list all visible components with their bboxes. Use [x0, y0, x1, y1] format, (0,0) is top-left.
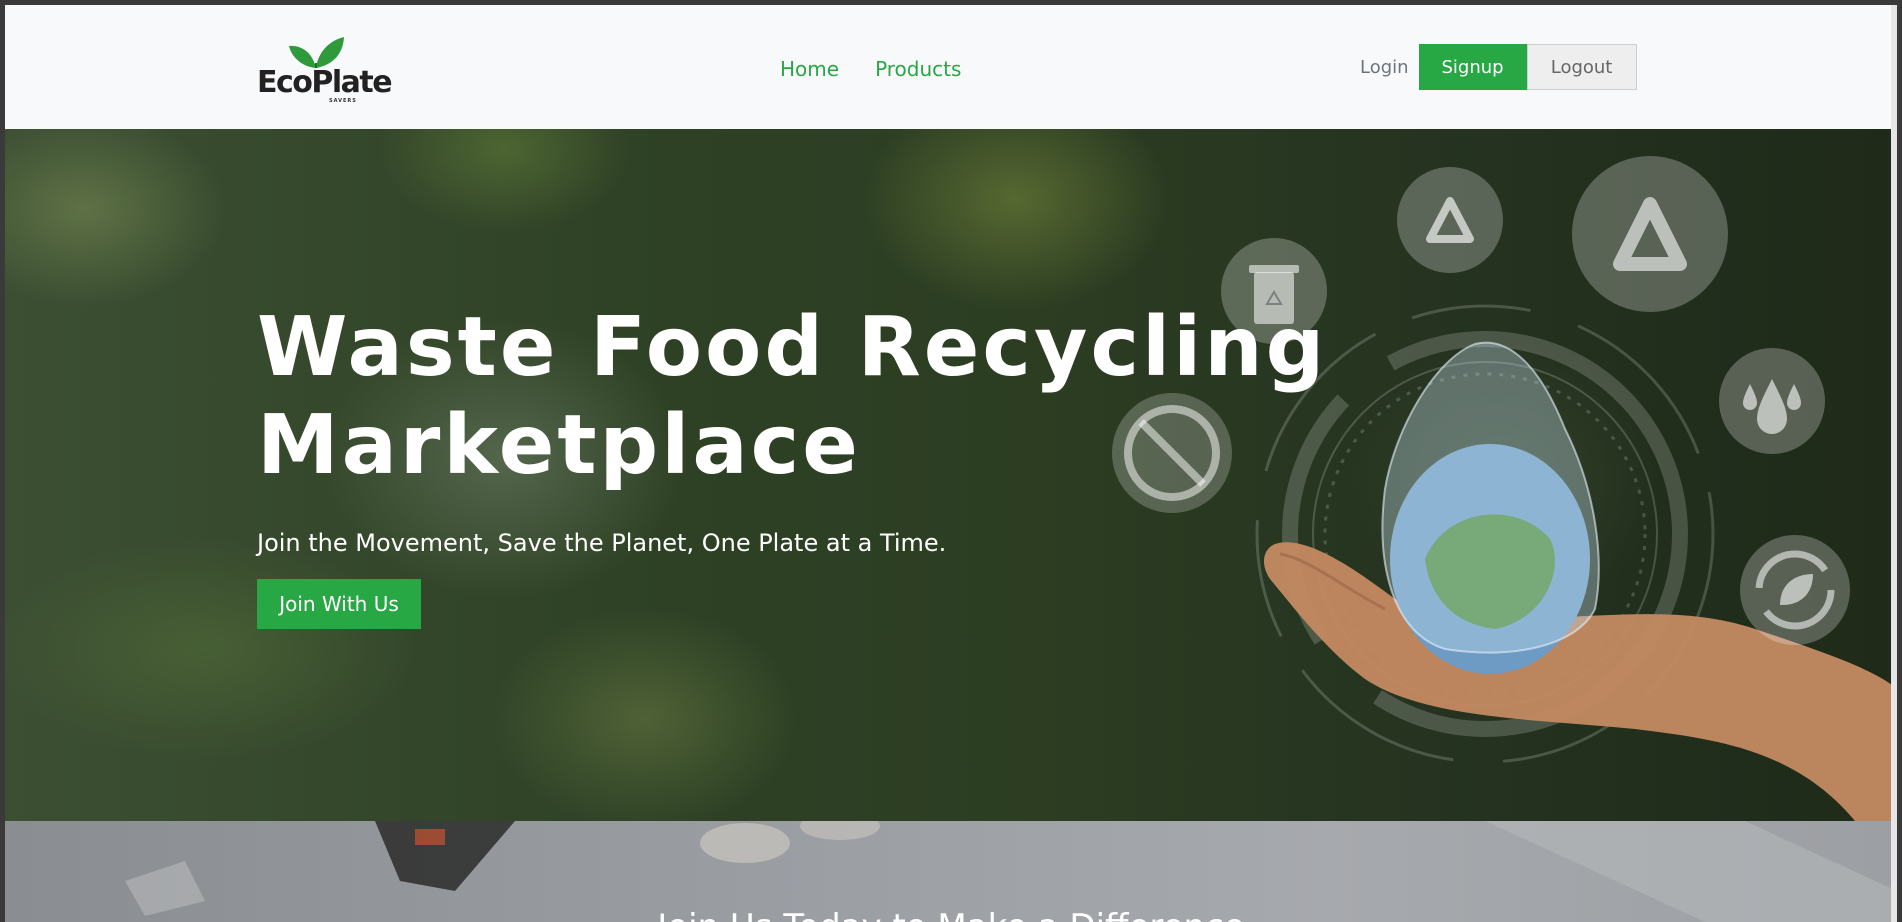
signup-button[interactable]: Signup — [1418, 44, 1527, 90]
brand-name: EcoPlate — [257, 65, 393, 100]
recycle-large-icon — [1572, 156, 1728, 312]
browser-viewport: EcoPlate SAVERS Home Products Login Sign… — [5, 5, 1897, 922]
hero-banner: Waste Food Recycling Marketplace Join th… — [5, 129, 1897, 821]
brand-logo[interactable]: EcoPlate SAVERS — [257, 35, 393, 105]
logout-button[interactable]: Logout — [1526, 44, 1637, 90]
next-section-preview: Join Us Today to Make a Difference — [5, 821, 1897, 922]
water-drops-icon — [1719, 348, 1825, 454]
globe-in-bag-image — [1381, 341, 1600, 674]
hero-title-line2: Marketplace — [257, 398, 861, 493]
join-with-us-button[interactable]: Join With Us — [257, 579, 421, 629]
page-scrollbar[interactable] — [1891, 5, 1897, 922]
section-heading: Join Us Today to Make a Difference — [5, 907, 1897, 922]
main-nav: Home Products — [780, 57, 961, 81]
nav-home-link[interactable]: Home — [780, 57, 839, 81]
no-touch-icon — [1112, 393, 1232, 513]
auth-controls: Login Signup Logout — [1360, 44, 1637, 90]
login-link[interactable]: Login — [1360, 57, 1409, 78]
leaf-cycle-icon — [1740, 535, 1850, 645]
nav-products-link[interactable]: Products — [875, 57, 961, 81]
leaf-logo-icon — [289, 37, 344, 68]
eco-illustration — [1112, 156, 1897, 821]
site-header: EcoPlate SAVERS Home Products Login Sign… — [5, 5, 1897, 129]
brand-tagline: SAVERS — [329, 98, 357, 104]
recycle-icon — [1397, 167, 1503, 273]
trash-bin-icon — [1221, 238, 1327, 344]
